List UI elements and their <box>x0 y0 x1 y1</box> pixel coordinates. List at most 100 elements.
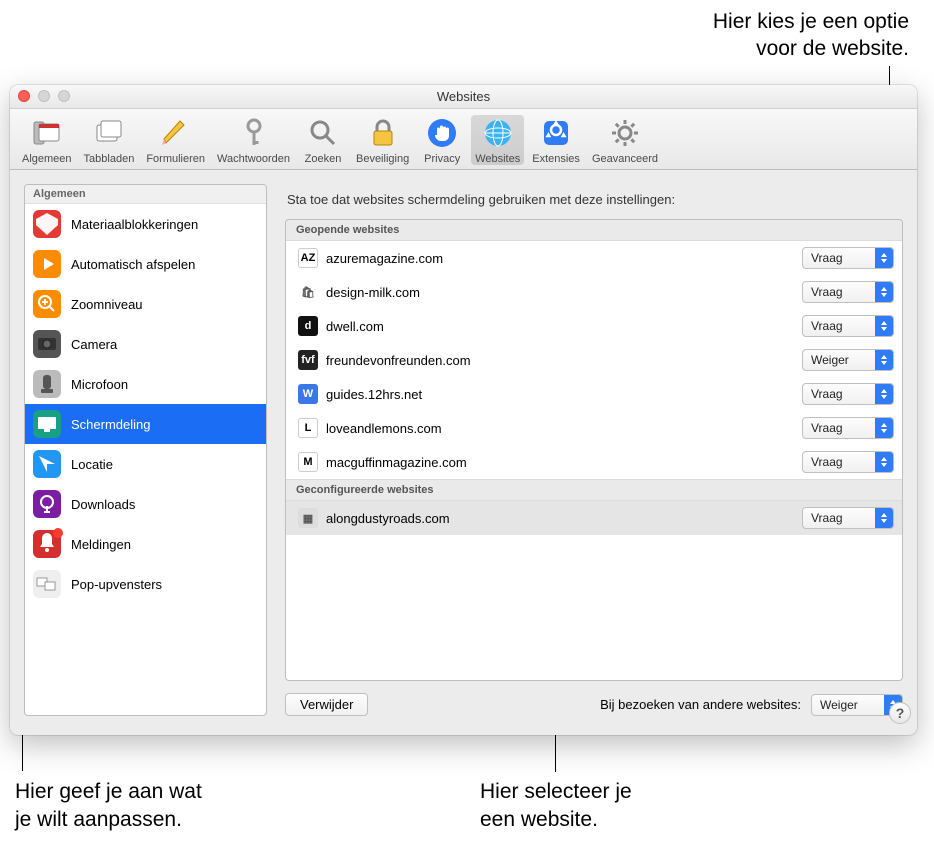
sidebar-item-meldingen[interactable]: Meldingen <box>25 524 266 564</box>
sidebar-item-label: Schermdeling <box>71 417 151 432</box>
sidebar-item-pop-upvensters[interactable]: Pop-upvensters <box>25 564 266 604</box>
website-domain: freundevonfreunden.com <box>326 353 794 368</box>
sidebar-icon <box>33 330 61 358</box>
sidebar-item-camera[interactable]: Camera <box>25 324 266 364</box>
configured-websites-header: Geconfigureerde websites <box>286 479 902 501</box>
sidebar-item-label: Meldingen <box>71 537 131 552</box>
sidebar-item-microfoon[interactable]: Microfoon <box>25 364 266 404</box>
toolbar-label: Wachtwoorden <box>217 153 290 165</box>
favicon: AZ <box>298 248 318 268</box>
window-body: Algemeen MateriaalblokkeringenAutomatisc… <box>10 170 917 730</box>
sidebar-item-materiaalblokkeringen[interactable]: Materiaalblokkeringen <box>25 204 266 244</box>
key-icon <box>236 115 272 151</box>
website-domain: guides.12hrs.net <box>326 387 794 402</box>
website-row[interactable]: ▦ alongdustyroads.com Vraag <box>286 501 902 535</box>
sidebar-item-label: Automatisch afspelen <box>71 257 195 272</box>
toolbar-label: Tabbladen <box>84 153 135 165</box>
callout-top: Hier kies je een optievoor de website. <box>713 8 909 63</box>
sidebar-item-label: Locatie <box>71 457 113 472</box>
website-domain: dwell.com <box>326 319 794 334</box>
panel-heading: Sta toe dat websites schermdeling gebrui… <box>285 184 903 219</box>
remove-button[interactable]: Verwijder <box>285 693 368 716</box>
favicon: 🛍 <box>298 282 318 302</box>
websites-table: Geopende websites AZ azuremagazine.com V… <box>285 219 903 681</box>
toolbar-extensies[interactable]: Extensies <box>528 115 584 165</box>
switch-icon <box>29 115 65 151</box>
favicon: d <box>298 316 318 336</box>
sidebar-item-label: Downloads <box>71 497 135 512</box>
sidebar-icon <box>33 210 61 238</box>
sidebar-item-label: Camera <box>71 337 117 352</box>
main-panel: Sta toe dat websites schermdeling gebrui… <box>285 184 903 716</box>
favicon: L <box>298 418 318 438</box>
sidebar-item-label: Zoomniveau <box>71 297 143 312</box>
favicon: ▦ <box>298 508 318 528</box>
website-row[interactable]: W guides.12hrs.net Vraag <box>286 377 902 411</box>
favicon: M <box>298 452 318 472</box>
sidebar-item-automatisch-afspelen[interactable]: Automatisch afspelen <box>25 244 266 284</box>
sidebar-icon <box>33 570 61 598</box>
lock-icon <box>365 115 401 151</box>
favicon: W <box>298 384 318 404</box>
extensions-icon <box>538 115 574 151</box>
toolbar-websites[interactable]: Websites <box>471 115 524 165</box>
callout-bottom-right: Hier selecteer jeeen website. <box>480 778 632 833</box>
tabs-icon <box>91 115 127 151</box>
toolbar-label: Websites <box>475 153 520 165</box>
sidebar-item-zoomniveau[interactable]: Zoomniveau <box>25 284 266 324</box>
sidebar-item-downloads[interactable]: Downloads <box>25 484 266 524</box>
sidebar-item-locatie[interactable]: Locatie <box>25 444 266 484</box>
toolbar-zoeken[interactable]: Zoeken <box>298 115 348 165</box>
toolbar-formulieren[interactable]: Formulieren <box>142 115 209 165</box>
window-title: Websites <box>10 85 917 109</box>
footer-row: Verwijder Bij bezoeken van andere websit… <box>285 693 903 716</box>
categories-sidebar: Algemeen MateriaalblokkeringenAutomatisc… <box>24 184 267 716</box>
globe-icon <box>480 115 516 151</box>
website-option-popup[interactable]: Vraag <box>802 507 894 529</box>
website-option-popup[interactable]: Vraag <box>802 247 894 269</box>
toolbar-label: Beveiliging <box>356 153 409 165</box>
toolbar-algemeen[interactable]: Algemeen <box>18 115 76 165</box>
toolbar-label: Extensies <box>532 153 580 165</box>
website-domain: design-milk.com <box>326 285 794 300</box>
hand-icon <box>424 115 460 151</box>
other-websites-label: Bij bezoeken van andere websites: <box>600 697 801 712</box>
toolbar-privacy[interactable]: Privacy <box>417 115 467 165</box>
sidebar-icon <box>33 490 61 518</box>
gear-icon <box>607 115 643 151</box>
website-row[interactable]: d dwell.com Vraag <box>286 309 902 343</box>
sidebar-icon <box>33 250 61 278</box>
sidebar-item-label: Materiaalblokkeringen <box>71 217 198 232</box>
website-domain: azuremagazine.com <box>326 251 794 266</box>
toolbar-tabbladen[interactable]: Tabbladen <box>80 115 139 165</box>
sidebar-icon <box>33 450 61 478</box>
website-domain: alongdustyroads.com <box>326 511 794 526</box>
sidebar-icon <box>33 530 61 558</box>
help-button[interactable]: ? <box>889 702 911 724</box>
open-websites-header: Geopende websites <box>286 220 902 241</box>
toolbar-wachtwoorden[interactable]: Wachtwoorden <box>213 115 294 165</box>
website-option-popup[interactable]: Vraag <box>802 451 894 473</box>
website-domain: macguffinmagazine.com <box>326 455 794 470</box>
preferences-window: Websites Algemeen Tabbladen Formulieren Wac… <box>10 85 917 735</box>
website-option-popup[interactable]: Weiger <box>802 349 894 371</box>
favicon: fvf <box>298 350 318 370</box>
toolbar-beveiliging[interactable]: Beveiliging <box>352 115 413 165</box>
website-row[interactable]: fvf freundevonfreunden.com Weiger <box>286 343 902 377</box>
website-row[interactable]: M macguffinmagazine.com Vraag <box>286 445 902 479</box>
website-option-popup[interactable]: Vraag <box>802 315 894 337</box>
website-option-popup[interactable]: Vraag <box>802 383 894 405</box>
website-option-popup[interactable]: Vraag <box>802 281 894 303</box>
sidebar-icon <box>33 410 61 438</box>
toolbar-geavanceerd[interactable]: Geavanceerd <box>588 115 662 165</box>
sidebar-item-schermdeling[interactable]: Schermdeling <box>25 404 266 444</box>
search-icon <box>305 115 341 151</box>
website-row[interactable]: 🛍 design-milk.com Vraag <box>286 275 902 309</box>
website-row[interactable]: L loveandlemons.com Vraag <box>286 411 902 445</box>
sidebar-icon <box>33 290 61 318</box>
website-row[interactable]: AZ azuremagazine.com Vraag <box>286 241 902 275</box>
website-option-popup[interactable]: Vraag <box>802 417 894 439</box>
website-domain: loveandlemons.com <box>326 421 794 436</box>
toolbar-label: Formulieren <box>146 153 205 165</box>
sidebar-icon <box>33 370 61 398</box>
